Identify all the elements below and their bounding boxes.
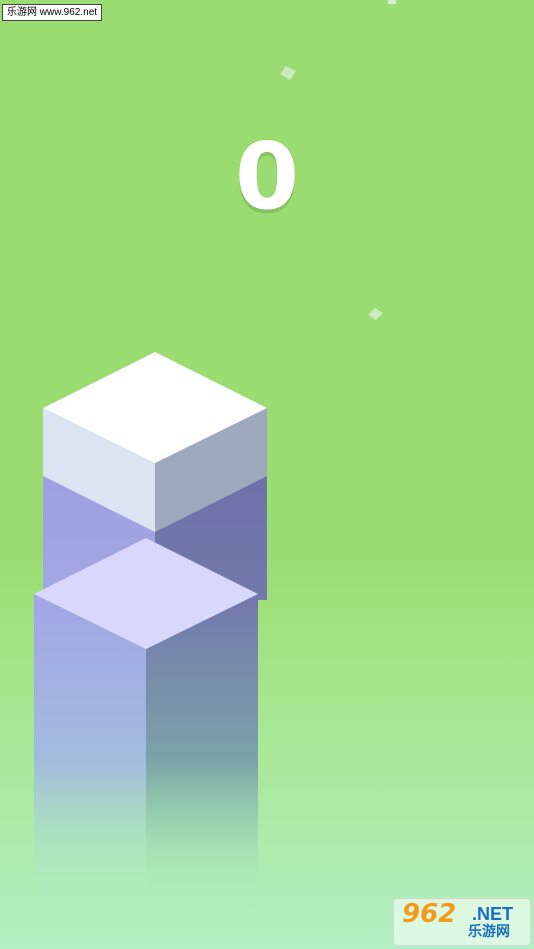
logo-chinese: 乐游网 (468, 924, 510, 940)
site-logo: 962 .NET 乐游网 (393, 898, 531, 946)
debris-piece (280, 66, 296, 80)
game-scene[interactable] (0, 0, 534, 949)
debris-piece (388, 0, 396, 4)
tower-stack (34, 538, 258, 900)
logo-digits: 962 (402, 899, 457, 929)
debris-piece (368, 308, 383, 320)
